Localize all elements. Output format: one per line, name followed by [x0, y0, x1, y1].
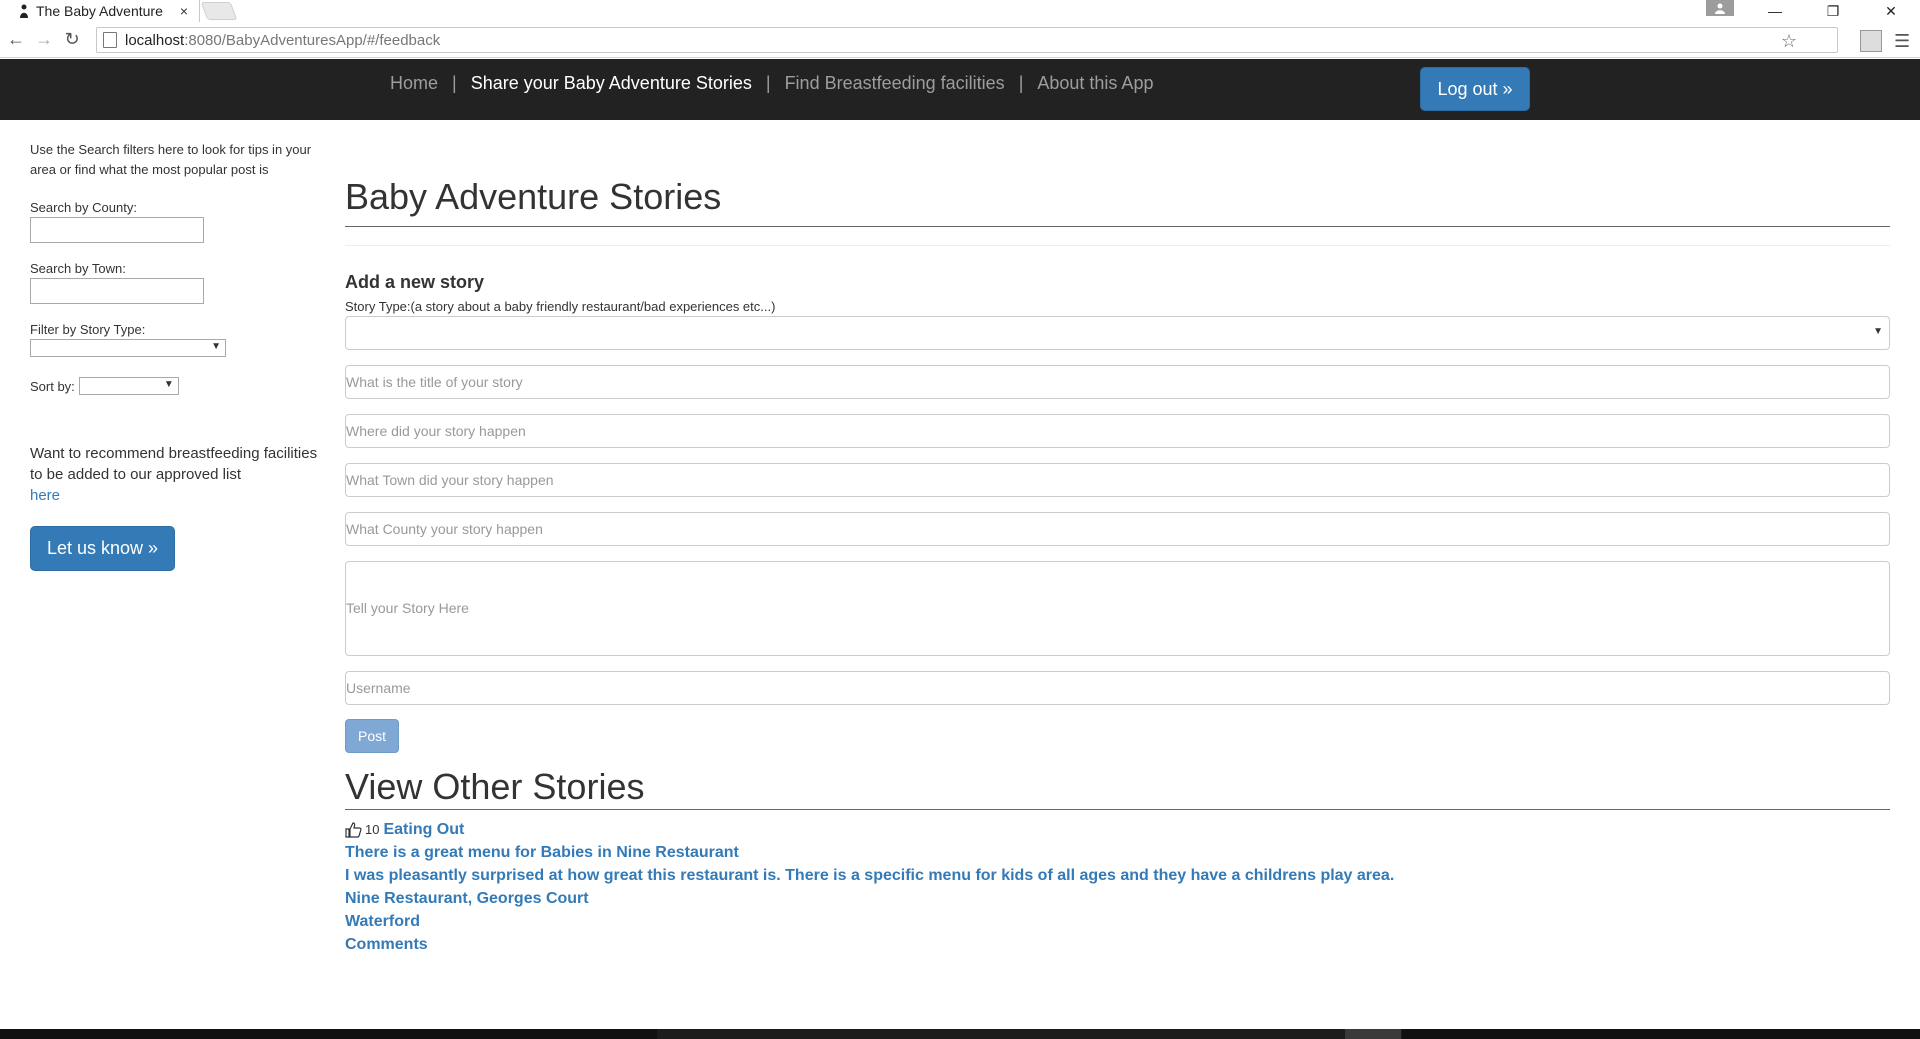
dropdown-arrow-icon: ▼ [211, 341, 221, 352]
sort-select[interactable]: ▼ [78, 377, 179, 395]
reload-icon[interactable]: ↻ [60, 28, 84, 52]
nav-link-home[interactable]: Home [390, 73, 438, 94]
story-county-input[interactable] [345, 512, 1890, 546]
search-sidebar: Use the Search filters here to look for … [30, 140, 320, 571]
story-text-area[interactable] [345, 561, 1890, 656]
story-town-input[interactable] [345, 463, 1890, 497]
post-button[interactable]: Post [345, 719, 399, 753]
town-search-input[interactable] [30, 278, 204, 304]
baby-favicon-icon [16, 3, 32, 19]
thumbs-up-icon[interactable] [345, 821, 362, 838]
os-taskbar [0, 1029, 1920, 1039]
let-us-know-button[interactable]: Let us know » [30, 526, 175, 571]
browser-toolbar: ← → ↻ localhost:8080/BabyAdventuresApp/#… [0, 22, 1920, 58]
recommend-message: Want to recommend breastfeeding faciliti… [30, 445, 318, 483]
main-content: Baby Adventure Stories Add a new story S… [345, 170, 1890, 956]
dropdown-arrow-icon: ▼ [163, 379, 174, 390]
story-meta: 10 Eating Out [345, 818, 1890, 841]
story-title-input[interactable] [345, 365, 1890, 399]
story-type-filter-label: Filter by Story Type: [30, 322, 146, 337]
story-comments-link[interactable]: Comments [345, 933, 1890, 956]
story-type-label: Story Type:(a story about a baby friendl… [345, 299, 776, 314]
address-bar[interactable]: localhost:8080/BabyAdventuresApp/#/feedb… [96, 27, 1838, 53]
nav-link-breastfeeding[interactable]: Find Breastfeeding facilities [785, 73, 1005, 94]
minimize-icon[interactable]: — [1746, 0, 1804, 22]
story-type-filter-select[interactable]: ▼ [30, 339, 226, 357]
page-title: Baby Adventure Stories [345, 170, 1890, 227]
add-story-heading: Add a new story [345, 272, 485, 292]
dropdown-arrow-icon: ▼ [1873, 326, 1883, 337]
like-count: 10 [365, 822, 380, 837]
nav-link-about[interactable]: About this App [1037, 73, 1153, 94]
forward-arrow-icon[interactable]: → [32, 28, 56, 52]
username-input[interactable] [345, 671, 1890, 705]
story-title-link[interactable]: There is a great menu for Babies in Nine… [345, 841, 1890, 864]
tab-close-icon[interactable]: × [175, 3, 193, 19]
county-search-input[interactable] [30, 217, 204, 243]
nav-separator: | [765, 73, 771, 93]
browser-tab-title: The Baby Adventure [36, 3, 163, 19]
nav-separator: | [1018, 73, 1024, 93]
url-path: :8080/BabyAdventuresApp/#/feedback [184, 31, 441, 49]
sort-label: Sort by: [30, 378, 75, 394]
town-label: Search by Town: [30, 261, 126, 276]
taskbar-active-button[interactable] [1345, 1029, 1401, 1039]
taskbar-app-area[interactable] [657, 1029, 1402, 1039]
story-type-select[interactable]: ▼ [345, 316, 1890, 350]
story-type[interactable]: Eating Out [383, 818, 464, 841]
sidebar-intro: Use the Search filters here to look for … [30, 142, 312, 177]
back-arrow-icon[interactable]: ← [4, 28, 28, 52]
browser-tab[interactable]: The Baby Adventure × [0, 0, 200, 22]
browser-tabstrip: The Baby Adventure × — ❐ ✕ [0, 0, 1920, 22]
story-body-link[interactable]: I was pleasantly surprised at how great … [345, 864, 1890, 887]
app-navbar: Home | Share your Baby Adventure Stories… [0, 59, 1920, 120]
divider [345, 245, 1890, 246]
story-item: 10 Eating Out There is a great menu for … [345, 818, 1890, 956]
story-where-input[interactable] [345, 414, 1890, 448]
nav-link-share-stories[interactable]: Share your Baby Adventure Stories [471, 73, 752, 94]
profile-icon[interactable] [1706, 0, 1734, 16]
recommend-here-link[interactable]: here [30, 487, 60, 504]
nav-separator: | [452, 73, 457, 93]
restore-icon[interactable]: ❐ [1804, 0, 1862, 22]
url-host: localhost [125, 31, 185, 49]
window-controls: — ❐ ✕ [1746, 0, 1920, 22]
new-tab-button[interactable] [200, 2, 238, 20]
recommend-text: Want to recommend breastfeeding faciliti… [30, 443, 320, 506]
view-stories-heading: View Other Stories [345, 765, 1890, 810]
browser-menu-icon[interactable]: ☰ [1894, 32, 1910, 50]
story-location-link[interactable]: Nine Restaurant, Georges Court [345, 887, 1890, 910]
sort-row: Sort by: ▼ [30, 377, 320, 395]
extension-icon[interactable] [1860, 30, 1882, 52]
story-county-link[interactable]: Waterford [345, 910, 1890, 933]
bookmark-star-icon[interactable]: ☆ [1781, 28, 1797, 54]
county-label: Search by County: [30, 200, 137, 215]
page-icon [103, 32, 117, 48]
logout-button[interactable]: Log out » [1420, 67, 1530, 111]
nav-links: Home | Share your Baby Adventure Stories… [390, 73, 1153, 94]
close-window-icon[interactable]: ✕ [1862, 0, 1920, 22]
